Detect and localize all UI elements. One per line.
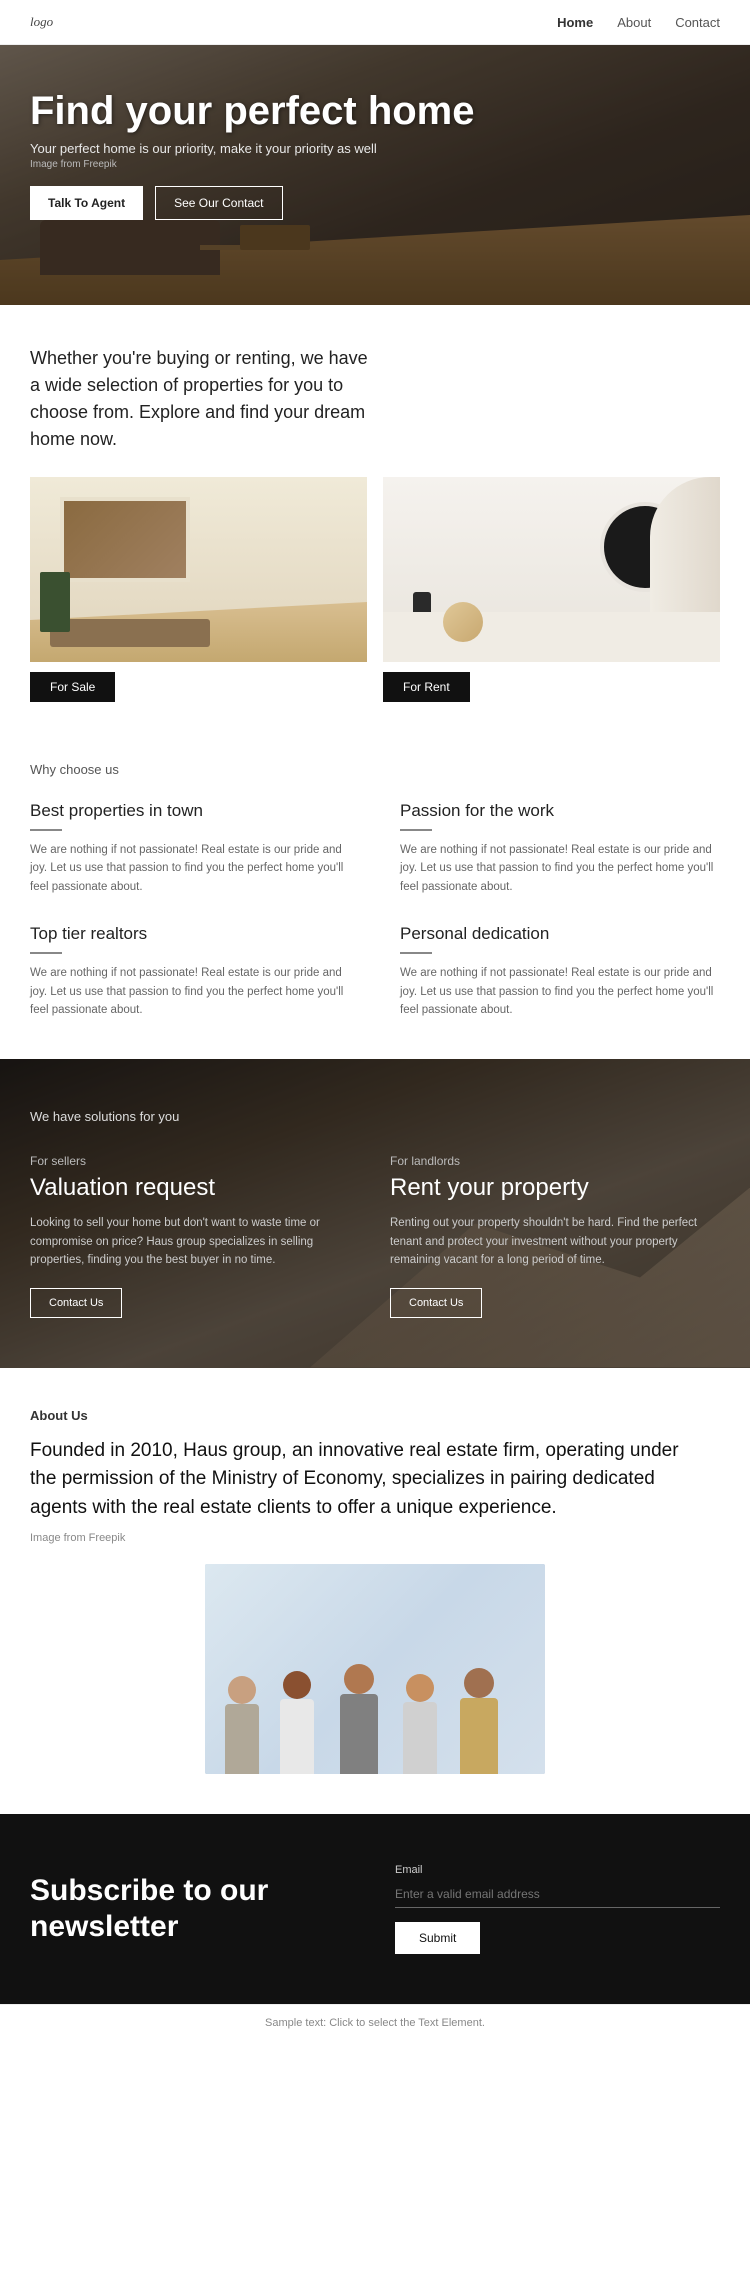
why-item-3: Personal dedication We are nothing if no…: [400, 924, 720, 1019]
newsletter-title: Subscribe to our newsletter: [30, 1873, 355, 1945]
why-desc-2: We are nothing if not passionate! Real e…: [30, 964, 350, 1019]
solutions-section: We have solutions for you For sellers Va…: [0, 1059, 750, 1367]
why-divider-1: [400, 829, 432, 831]
nav-link-contact[interactable]: Contact: [675, 15, 720, 30]
see-contact-button[interactable]: See Our Contact: [155, 186, 282, 220]
why-label: Why choose us: [30, 762, 720, 777]
solution-seller-title: Valuation request: [30, 1174, 360, 1202]
email-label: Email: [395, 1864, 720, 1876]
why-divider-0: [30, 829, 62, 831]
why-desc-0: We are nothing if not passionate! Real e…: [30, 841, 350, 896]
why-item-1: Passion for the work We are nothing if n…: [400, 801, 720, 896]
solution-seller-desc: Looking to sell your home but don't want…: [30, 1214, 360, 1269]
hero-section: Find your perfect home Your perfect home…: [0, 45, 750, 305]
solution-landlord-title: Rent your property: [390, 1174, 720, 1202]
selection-intro: Whether you're buying or renting, we hav…: [30, 345, 370, 453]
for-sale-button[interactable]: For Sale: [30, 672, 115, 702]
why-title-3: Personal dedication: [400, 924, 720, 944]
newsletter-section: Subscribe to our newsletter Email Submit: [0, 1814, 750, 2004]
solutions-grid: For sellers Valuation request Looking to…: [30, 1154, 720, 1317]
why-divider-3: [400, 952, 432, 954]
why-divider-2: [30, 952, 62, 954]
email-input[interactable]: [395, 1881, 720, 1908]
for-rent-image: [383, 477, 720, 662]
seller-contact-button[interactable]: Contact Us: [30, 1288, 122, 1318]
footer-bar: Sample text: Click to select the Text El…: [0, 2004, 750, 2041]
why-desc-3: We are nothing if not passionate! Real e…: [400, 964, 720, 1019]
why-title-1: Passion for the work: [400, 801, 720, 821]
solutions-content: We have solutions for you For sellers Va…: [30, 1109, 720, 1317]
for-rent-card: For Rent: [383, 477, 720, 702]
solutions-label: We have solutions for you: [30, 1109, 720, 1124]
submit-button[interactable]: Submit: [395, 1922, 480, 1954]
why-grid: Best properties in town We are nothing i…: [30, 801, 720, 1019]
for-sale-card: For Sale: [30, 477, 367, 702]
hero-image-credit: Image from Freepik: [30, 159, 720, 170]
why-item-0: Best properties in town We are nothing i…: [30, 801, 350, 896]
about-image-credit: Image from Freepik: [30, 1532, 720, 1544]
nav-link-about[interactable]: About: [617, 15, 651, 30]
footer-text: Sample text: Click to select the Text El…: [30, 2017, 720, 2029]
nav-link-home[interactable]: Home: [557, 15, 593, 30]
about-section-label: About Us: [30, 1408, 720, 1423]
navbar: logo Home About Contact: [0, 0, 750, 45]
why-section: Why choose us Best properties in town We…: [0, 722, 750, 1059]
why-title-0: Best properties in town: [30, 801, 350, 821]
solution-landlord: For landlords Rent your property Renting…: [390, 1154, 720, 1317]
team-photo: [205, 1564, 545, 1774]
why-desc-1: We are nothing if not passionate! Real e…: [400, 841, 720, 896]
about-section: About Us Founded in 2010, Haus group, an…: [0, 1368, 750, 1815]
for-sale-image: [30, 477, 367, 662]
hero-content: Find your perfect home Your perfect home…: [30, 89, 720, 220]
solution-seller-category: For sellers: [30, 1154, 360, 1168]
solution-seller: For sellers Valuation request Looking to…: [30, 1154, 360, 1317]
why-item-2: Top tier realtors We are nothing if not …: [30, 924, 350, 1019]
hero-title: Find your perfect home: [30, 89, 720, 133]
nav-links: Home About Contact: [557, 15, 720, 30]
hero-subtitle: Your perfect home is our priority, make …: [30, 141, 720, 156]
property-cards: For Sale For Rent: [30, 477, 720, 702]
talk-to-agent-button[interactable]: Talk To Agent: [30, 186, 143, 220]
solution-landlord-desc: Renting out your property shouldn't be h…: [390, 1214, 720, 1269]
why-title-2: Top tier realtors: [30, 924, 350, 944]
landlord-contact-button[interactable]: Contact Us: [390, 1288, 482, 1318]
about-text: Founded in 2010, Haus group, an innovati…: [30, 1437, 710, 1523]
newsletter-form: Email Submit: [395, 1864, 720, 1954]
for-rent-button[interactable]: For Rent: [383, 672, 470, 702]
nav-logo: logo: [30, 14, 53, 30]
solution-landlord-category: For landlords: [390, 1154, 720, 1168]
selection-section: Whether you're buying or renting, we hav…: [0, 305, 750, 722]
